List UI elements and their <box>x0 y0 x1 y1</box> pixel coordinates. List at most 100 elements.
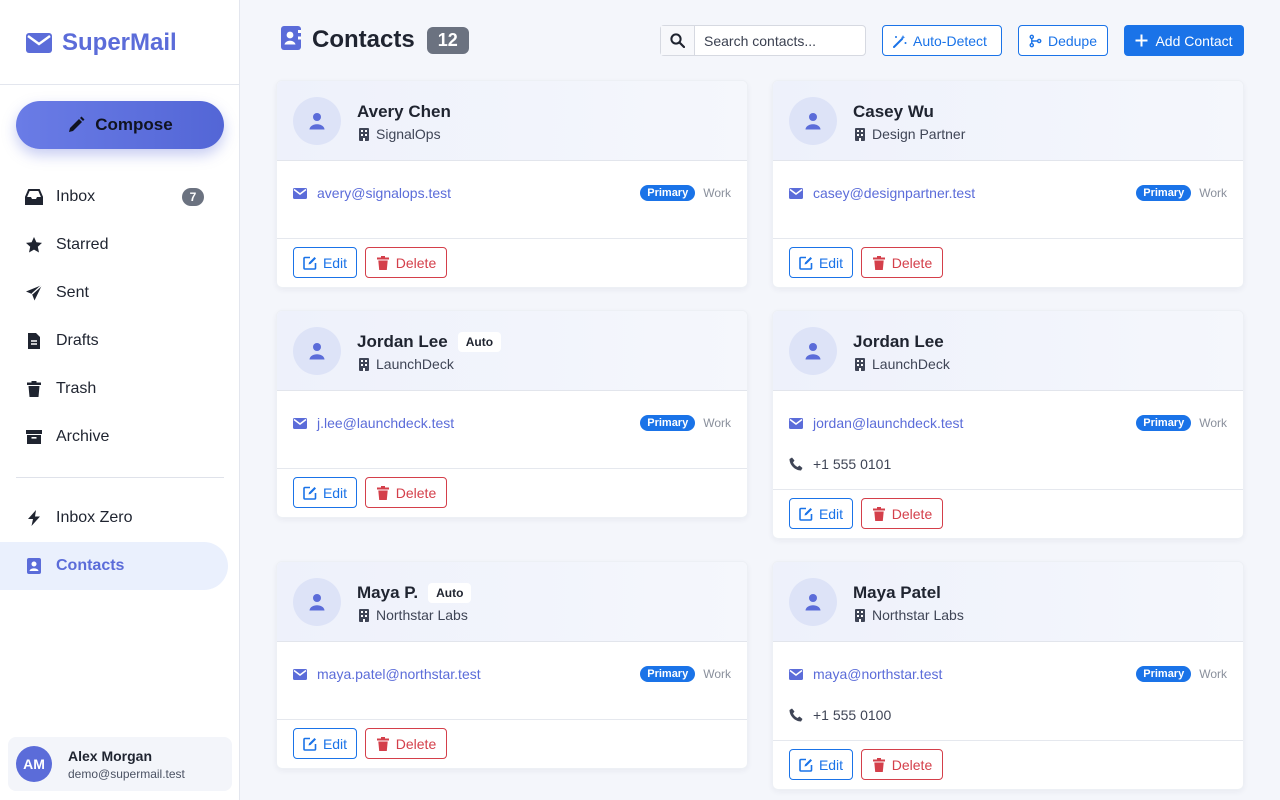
edit-button[interactable]: Edit <box>789 247 853 278</box>
brand-logo[interactable]: SuperMail <box>26 28 177 58</box>
delete-button[interactable]: Delete <box>861 498 943 529</box>
contact-phone[interactable]: +1 555 0101 <box>813 456 891 472</box>
contacts-book-icon <box>281 25 301 50</box>
delete-label: Delete <box>395 254 437 271</box>
contact-name[interactable]: Jordan Lee <box>357 332 448 352</box>
sidebar-item-trash[interactable]: Trash <box>0 365 228 413</box>
sidebar-item-drafts[interactable]: Drafts <box>0 317 228 365</box>
contact-avatar <box>293 97 341 145</box>
contact-name[interactable]: Avery Chen <box>357 102 451 122</box>
edit-button[interactable]: Edit <box>293 728 357 759</box>
edit-button[interactable]: Edit <box>789 498 853 529</box>
contact-name[interactable]: Jordan Lee <box>853 332 944 352</box>
mail-icon <box>26 33 52 53</box>
phone-row: +1 555 0101 <box>789 455 891 473</box>
delete-button[interactable]: Delete <box>861 247 943 278</box>
contact-email[interactable]: maya@northstar.test <box>813 666 942 682</box>
trash-icon <box>376 255 389 270</box>
contact-card-header: Casey Wu Design Partner <box>773 81 1243 161</box>
sidebar-item-contacts[interactable]: Contacts <box>0 542 228 590</box>
auto-detect-button[interactable]: Auto-Detect <box>882 25 1002 56</box>
contact-phone[interactable]: +1 555 0100 <box>813 707 891 723</box>
email-row: j.lee@launchdeck.test Primary Work <box>293 414 731 432</box>
nav-divider <box>16 477 224 478</box>
contact-company: LaunchDeck <box>376 356 454 372</box>
contact-avatar <box>293 327 341 375</box>
envelope-icon <box>789 417 803 429</box>
compose-button[interactable]: Compose <box>16 101 224 149</box>
contact-email[interactable]: avery@signalops.test <box>317 185 451 201</box>
email-row: maya@northstar.test Primary Work <box>789 665 1227 683</box>
trash-icon <box>872 255 885 270</box>
person-icon <box>805 343 821 360</box>
contact-card: Maya Patel Northstar Labs maya@northstar… <box>772 561 1244 790</box>
user-name: Alex Morgan <box>68 747 153 764</box>
building-icon <box>855 357 865 371</box>
edit-button[interactable]: Edit <box>789 749 853 780</box>
compose-label: Compose <box>95 115 173 134</box>
delete-button[interactable]: Delete <box>861 749 943 780</box>
user-profile[interactable]: AM Alex Morgan demo@supermail.test <box>8 737 232 791</box>
edit-label: Edit <box>818 505 844 522</box>
edit-button[interactable]: Edit <box>293 477 357 508</box>
contact-card-actions: Edit Delete <box>773 741 1243 789</box>
contact-email[interactable]: j.lee@launchdeck.test <box>317 415 454 431</box>
contact-email[interactable]: maya.patel@northstar.test <box>317 666 481 682</box>
search-button[interactable] <box>661 26 695 55</box>
sidebar-item-starred[interactable]: Starred <box>0 221 228 269</box>
dedupe-button[interactable]: Dedupe <box>1018 25 1108 56</box>
building-icon <box>359 357 369 371</box>
dedupe-label: Dedupe <box>1047 32 1097 49</box>
contact-card: Maya P. Auto Northstar Labs maya.patel@n… <box>276 561 748 769</box>
sidebar-item-archive[interactable]: Archive <box>0 413 228 461</box>
sidebar-item-sent[interactable]: Sent <box>0 269 228 317</box>
edit-icon <box>303 737 317 751</box>
edit-label: Edit <box>818 254 844 271</box>
contact-card: Avery Chen SignalOps avery@signalops.tes… <box>276 80 748 288</box>
contact-card-actions: Edit Delete <box>773 490 1243 538</box>
contact-card-body: jordan@launchdeck.test Primary Work +1 5… <box>773 391 1243 490</box>
contact-name[interactable]: Maya P. <box>357 583 418 603</box>
building-icon <box>855 127 865 141</box>
envelope-icon <box>293 187 307 199</box>
contact-email[interactable]: jordan@launchdeck.test <box>813 415 963 431</box>
delete-button[interactable]: Delete <box>365 728 447 759</box>
building-icon <box>855 608 865 622</box>
email-type-label: Work <box>703 186 731 200</box>
search-input[interactable] <box>695 32 865 49</box>
delete-button[interactable]: Delete <box>365 247 447 278</box>
edit-button[interactable]: Edit <box>293 247 357 278</box>
trash-icon <box>376 485 389 500</box>
contact-card-body: casey@designpartner.test Primary Work <box>773 161 1243 239</box>
sidebar-item-label: Archive <box>56 428 110 445</box>
email-type-label: Work <box>1199 667 1227 681</box>
delete-label: Delete <box>891 756 933 773</box>
primary-badge: Primary <box>1136 666 1192 682</box>
contact-card-header: Jordan Lee Auto LaunchDeck <box>277 311 747 391</box>
sidebar-item-label: Inbox <box>56 188 96 205</box>
edit-icon <box>799 507 813 521</box>
contact-card-actions: Edit Delete <box>277 239 747 287</box>
contact-card: Jordan Lee Auto LaunchDeck j.lee@launchd… <box>276 310 748 518</box>
person-icon <box>309 343 325 360</box>
sidebar-item-inbox[interactable]: Inbox 7 <box>0 173 228 221</box>
contact-name[interactable]: Casey Wu <box>853 102 934 122</box>
trash-icon <box>872 757 885 772</box>
delete-button[interactable]: Delete <box>365 477 447 508</box>
pencil-icon <box>69 116 85 132</box>
sidebar-item-inbox-zero[interactable]: Inbox Zero <box>0 494 228 542</box>
contact-avatar <box>789 578 837 626</box>
trash-icon <box>872 506 885 521</box>
edit-icon <box>303 256 317 270</box>
trash-icon <box>27 381 41 397</box>
archive-icon <box>26 430 42 444</box>
email-type-label: Work <box>703 416 731 430</box>
contact-email[interactable]: casey@designpartner.test <box>813 185 975 201</box>
contact-name[interactable]: Maya Patel <box>853 583 941 603</box>
delete-label: Delete <box>891 505 933 522</box>
contact-card-body: maya.patel@northstar.test Primary Work <box>277 642 747 720</box>
primary-badge: Primary <box>640 185 696 201</box>
inbox-icon <box>25 189 43 205</box>
add-contact-button[interactable]: Add Contact <box>1124 25 1244 56</box>
brand-name: SuperMail <box>62 29 177 56</box>
